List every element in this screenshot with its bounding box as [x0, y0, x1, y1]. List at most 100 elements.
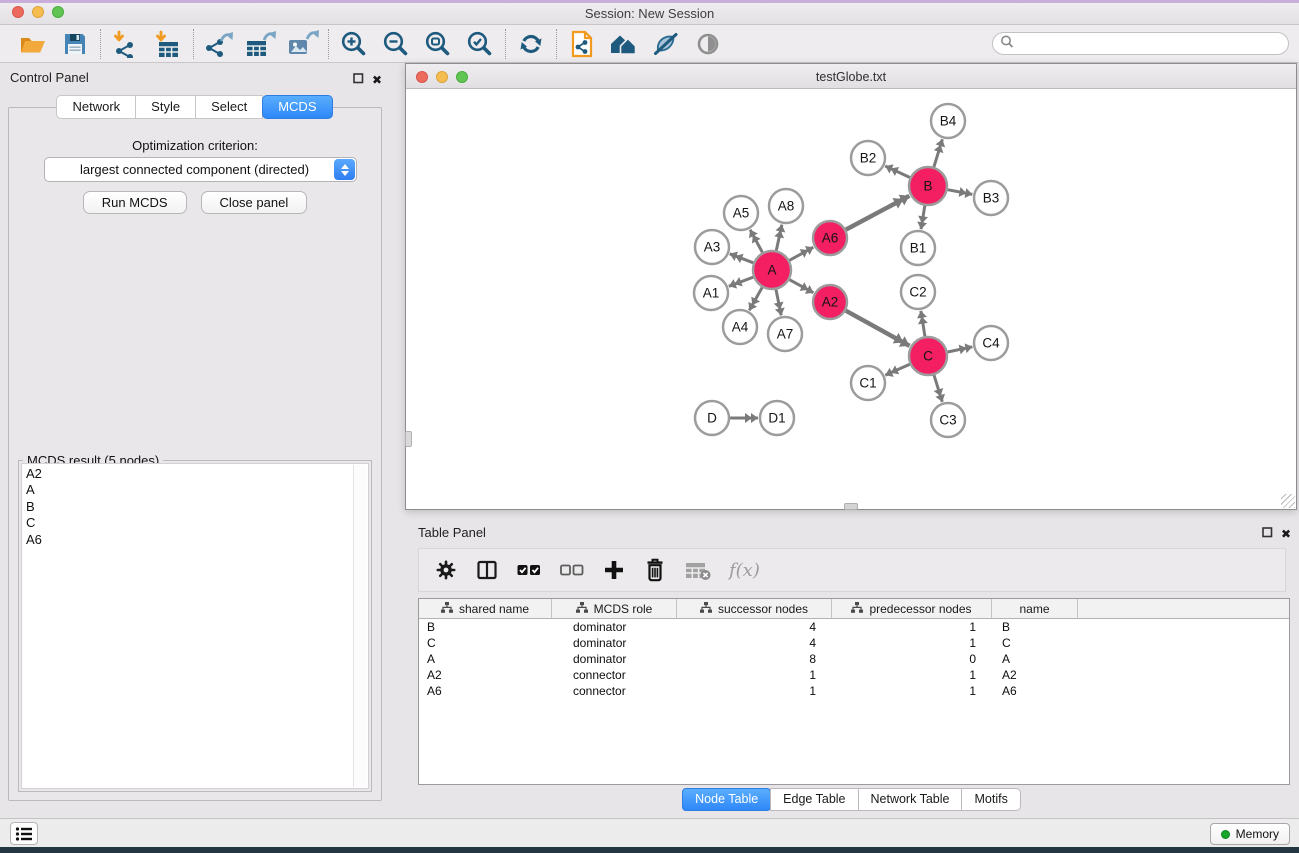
tab-style[interactable]: Style [135, 95, 196, 119]
table-cell[interactable]: A6 [992, 684, 1078, 698]
memory-button[interactable]: Memory [1210, 823, 1290, 845]
result-scrollbar[interactable] [353, 465, 367, 787]
table-cell[interactable]: 1 [677, 684, 832, 698]
tab-edge-table[interactable]: Edge Table [770, 788, 858, 811]
table-cell[interactable]: dominator [552, 620, 677, 634]
run-mcds-button[interactable]: Run MCDS [83, 191, 187, 214]
table-cell[interactable]: connector [552, 668, 677, 682]
export-image-icon[interactable] [282, 27, 324, 61]
edge-B-B4[interactable] [934, 139, 943, 167]
graph-node-A4[interactable]: A4 [723, 310, 757, 344]
zoom-in-icon[interactable] [333, 27, 375, 61]
column-header-predecessor-nodes[interactable]: predecessor nodes [832, 599, 992, 618]
network-canvas[interactable]: A A1 A2 A3 A4 A5 A6 A7 A8 B B1 B2 B3 B4 … [406, 89, 1296, 509]
vertical-scroll-thumb[interactable] [405, 431, 412, 447]
mcds-result-item[interactable]: A [22, 481, 368, 498]
zoom-out-icon[interactable] [375, 27, 417, 61]
graph-node-D1[interactable]: D1 [760, 401, 794, 435]
table-cell[interactable]: A2 [992, 668, 1078, 682]
table-cell[interactable]: 1 [832, 668, 992, 682]
edge-A6-B[interactable] [846, 196, 910, 230]
deselect-all-icon[interactable] [559, 556, 585, 584]
edge-C-C1[interactable] [885, 364, 910, 375]
mcds-result-item[interactable]: A2 [22, 464, 368, 481]
tab-select[interactable]: Select [195, 95, 263, 119]
edge-B-B2[interactable] [885, 166, 910, 178]
table-cell[interactable]: A [992, 652, 1078, 666]
table-row[interactable]: Bdominator41B [419, 619, 1289, 635]
search-input[interactable] [1014, 35, 1288, 53]
mcds-result-item[interactable]: A6 [22, 530, 368, 547]
graph-node-B2[interactable]: B2 [851, 141, 885, 175]
task-history-button[interactable] [10, 822, 38, 845]
edge-A-A3[interactable] [730, 254, 754, 263]
edge-A-A2[interactable] [790, 280, 814, 293]
delete-icon[interactable] [643, 556, 667, 584]
table-cell[interactable]: C [419, 636, 552, 650]
select-all-icon[interactable] [516, 556, 542, 584]
edge-C-C3[interactable] [934, 375, 942, 402]
graph-node-A5[interactable]: A5 [724, 196, 758, 230]
close-panel-icon[interactable]: ✖ [372, 75, 382, 86]
graph-node-A8[interactable]: A8 [769, 189, 803, 223]
graph-node-A1[interactable]: A1 [694, 276, 728, 310]
table-row[interactable]: A6connector11A6 [419, 683, 1289, 699]
table-cell[interactable]: C [992, 636, 1078, 650]
graph-node-D[interactable]: D [695, 401, 729, 435]
graph-node-B3[interactable]: B3 [974, 181, 1008, 215]
tab-network[interactable]: Network [56, 95, 136, 119]
column-header-name[interactable]: name [992, 599, 1078, 618]
graph-node-C2[interactable]: C2 [901, 275, 935, 309]
horizontal-scroll-thumb[interactable] [844, 503, 858, 510]
hide-details-icon[interactable] [645, 27, 687, 61]
network-graph[interactable]: A A1 A2 A3 A4 A5 A6 A7 A8 B B1 B2 B3 B4 … [406, 89, 1296, 509]
tab-mcds[interactable]: MCDS [262, 95, 332, 119]
save-icon[interactable] [54, 27, 96, 61]
table-cell[interactable]: dominator [552, 652, 677, 666]
mcds-result-item[interactable]: B [22, 497, 368, 514]
edge-A-A5[interactable] [750, 230, 762, 253]
graph-node-A6[interactable]: A6 [813, 221, 847, 255]
criterion-dropdown[interactable]: largest connected component (directed) [44, 157, 357, 182]
table-cell[interactable]: 1 [832, 684, 992, 698]
graph-node-C[interactable]: C [909, 337, 947, 375]
table-cell[interactable]: A [419, 652, 552, 666]
table-row[interactable]: Adominator80A [419, 651, 1289, 667]
column-header-MCDS-role[interactable]: MCDS role [552, 599, 677, 618]
table-row[interactable]: A2connector11A2 [419, 667, 1289, 683]
graph-node-A2[interactable]: A2 [813, 285, 847, 319]
edge-A-A4[interactable] [749, 287, 762, 310]
table-cell[interactable]: 0 [832, 652, 992, 666]
close-panel-button[interactable]: Close panel [201, 191, 308, 214]
float-table-panel-icon[interactable] [1262, 525, 1273, 543]
mcds-result-list[interactable]: A2ABCA6 [21, 463, 369, 789]
open-file-icon[interactable] [12, 27, 54, 61]
table-cell[interactable]: 4 [677, 636, 832, 650]
table-cell[interactable]: 4 [677, 620, 832, 634]
table-cell[interactable]: connector [552, 684, 677, 698]
edge-C-C2[interactable] [921, 311, 925, 336]
edge-C-C4[interactable] [948, 347, 973, 352]
column-header-successor-nodes[interactable]: successor nodes [677, 599, 832, 618]
table-cell[interactable]: 1 [832, 636, 992, 650]
import-table-icon[interactable] [147, 27, 189, 61]
search-box[interactable] [992, 32, 1289, 55]
table-row[interactable]: Cdominator41C [419, 635, 1289, 651]
network-window-titlebar[interactable]: testGlobe.txt [406, 64, 1296, 89]
edge-A-A8[interactable] [776, 225, 782, 251]
graph-node-A[interactable]: A [753, 251, 791, 289]
graph-node-A7[interactable]: A7 [768, 317, 802, 351]
export-table-icon[interactable] [240, 27, 282, 61]
table-cell[interactable]: B [992, 620, 1078, 634]
graph-node-B1[interactable]: B1 [901, 231, 935, 265]
edge-B-B1[interactable] [921, 206, 925, 230]
table-cell[interactable]: 1 [677, 668, 832, 682]
network-from-selection-icon[interactable] [561, 27, 603, 61]
close-table-panel-icon[interactable]: ✖ [1281, 529, 1291, 540]
graph-node-A3[interactable]: A3 [695, 230, 729, 264]
graph-node-C1[interactable]: C1 [851, 366, 885, 400]
float-panel-icon[interactable] [353, 71, 364, 89]
zoom-fit-icon[interactable] [417, 27, 459, 61]
resize-grip[interactable] [1281, 494, 1295, 508]
graph-node-C3[interactable]: C3 [931, 403, 965, 437]
